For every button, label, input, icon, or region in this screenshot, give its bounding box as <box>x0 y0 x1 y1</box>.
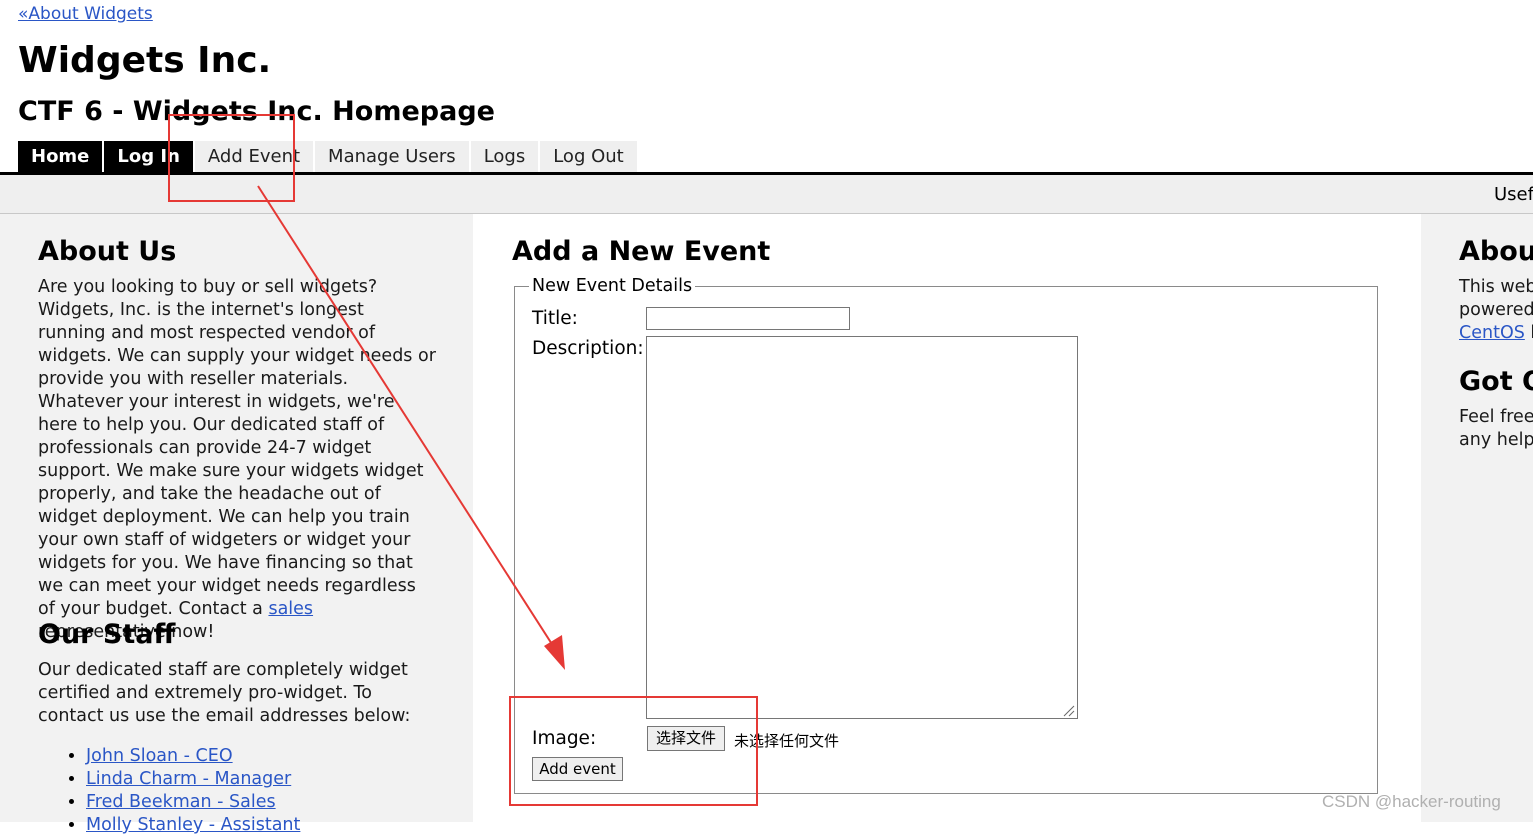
annotation-arrow-icon <box>257 185 565 670</box>
watermark: CSDN @hacker-routing <box>1322 792 1501 811</box>
